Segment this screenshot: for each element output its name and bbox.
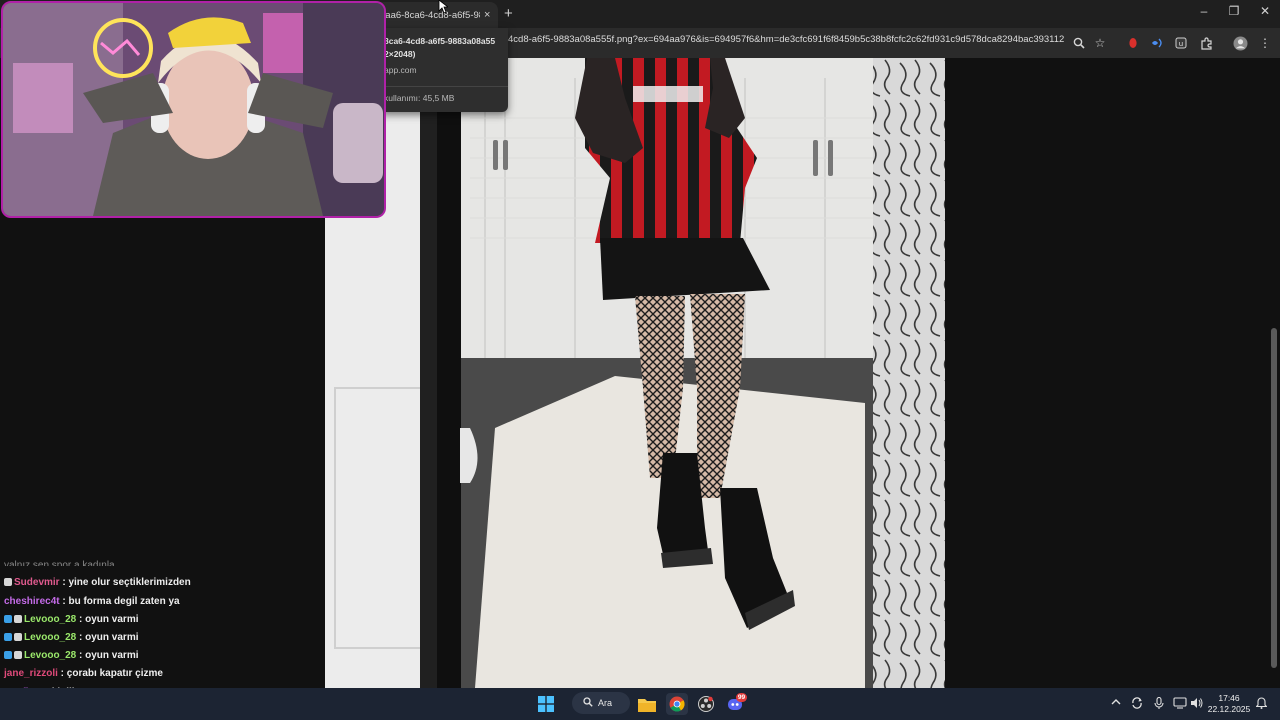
chat-message-text: : bu forma degil zaten ya bbox=[59, 596, 180, 607]
microphone-icon[interactable] bbox=[1154, 696, 1164, 712]
close-window-button[interactable]: ✕ bbox=[1255, 4, 1275, 18]
chat-message-text: : oyun varmi bbox=[76, 614, 139, 625]
file-explorer-icon[interactable] bbox=[636, 693, 658, 715]
chat-line-partial: yalnız sen spor a kadınla bbox=[4, 560, 115, 566]
zoom-icon[interactable] bbox=[1070, 34, 1088, 52]
browser-menu-icon[interactable]: ⋮ bbox=[1256, 34, 1274, 52]
hover-card-title: 8ca6-4cd8-a6f5-9883a08a55 bbox=[384, 36, 496, 46]
chat-username[interactable]: Levooo_28 bbox=[24, 650, 76, 661]
chrome-icon[interactable] bbox=[666, 693, 688, 715]
maximize-button[interactable]: ❐ bbox=[1224, 4, 1244, 18]
chat-username[interactable]: Levooo_28 bbox=[24, 632, 76, 643]
chat-message-text: : çorabı kapatır çizme bbox=[57, 668, 163, 679]
bookmark-star-icon[interactable]: ☆ bbox=[1091, 34, 1109, 52]
chat-badge-icon bbox=[4, 615, 12, 623]
chat-username[interactable]: cheshirec4t bbox=[4, 596, 60, 607]
extension-shield-icon[interactable]: u bbox=[1172, 34, 1190, 52]
taskbar-clock[interactable]: 17:46 22.12.2025 bbox=[1205, 693, 1253, 715]
extension-red-icon[interactable] bbox=[1124, 34, 1142, 52]
chat-message-text: : oyun varmi bbox=[76, 632, 139, 643]
chat-message: Levooo_28 : oyun varmi bbox=[4, 632, 139, 643]
chat-message: jane_rizzoli : çorabı kapatır çizme bbox=[4, 668, 163, 679]
browser-tab-active[interactable]: 9aa6-8ca6-4cd8-a6f5-9883 × bbox=[372, 2, 498, 28]
chat-username[interactable]: jane_rizzoli bbox=[4, 668, 58, 679]
chat-username[interactable]: Sudevmir bbox=[14, 577, 60, 588]
page-scrollbar[interactable] bbox=[1268, 58, 1280, 688]
image-viewer bbox=[325, 58, 945, 688]
tab-title: 9aa6-8ca6-4cd8-a6f5-9883 bbox=[380, 9, 480, 21]
sync-icon[interactable] bbox=[1131, 697, 1143, 712]
chat-message: Levooo_28 : oyun varmi bbox=[4, 614, 139, 625]
mouse-cursor-icon bbox=[438, 0, 448, 14]
svg-text:u: u bbox=[1179, 40, 1183, 48]
chat-message-text: : oyun varmi bbox=[76, 650, 139, 661]
new-tab-button[interactable]: + bbox=[504, 5, 513, 22]
taskbar-search[interactable]: Ara bbox=[572, 692, 630, 714]
search-icon bbox=[583, 696, 593, 710]
mirror-selfie-photo bbox=[325, 58, 945, 688]
extension-audio-icon[interactable] bbox=[1148, 34, 1166, 52]
discord-notification-badge: 99 bbox=[736, 693, 747, 702]
chat-badge-icon bbox=[4, 578, 12, 586]
tab-hover-card: 8ca6-4cd8-a6f5-9883a08a55 2×2048) app.co… bbox=[378, 28, 508, 112]
clock-date: 22.12.2025 bbox=[1207, 704, 1251, 714]
network-icon[interactable] bbox=[1173, 697, 1187, 712]
chat-badge-icon bbox=[14, 615, 22, 623]
chat-message: Sudevmir : yine olur seçtiklerimizden bbox=[4, 577, 191, 588]
chat-badge-icon bbox=[4, 651, 12, 659]
obs-icon[interactable] bbox=[695, 693, 717, 715]
profile-avatar[interactable] bbox=[1231, 34, 1249, 52]
notification-bell-icon[interactable] bbox=[1255, 697, 1268, 712]
chat-username[interactable]: Levooo_28 bbox=[24, 614, 76, 625]
webcam-feed bbox=[3, 3, 384, 216]
hover-card-dimensions: 2×2048) bbox=[384, 49, 416, 59]
streamer-webcam bbox=[1, 1, 386, 218]
url-field[interactable]: 4cd8-a6f5-9883a08a555f.png?ex=694aa976&i… bbox=[508, 34, 1064, 45]
extensions-puzzle-icon[interactable] bbox=[1197, 34, 1215, 52]
clock-time: 17:46 bbox=[1218, 693, 1240, 703]
tab-close-icon[interactable]: × bbox=[484, 9, 490, 21]
windows-start-icon[interactable] bbox=[535, 693, 557, 715]
chat-message: Levooo_28 : oyun varmi bbox=[4, 650, 139, 661]
hover-card-divider bbox=[378, 86, 508, 87]
chat-message: cheshirec4t : bu forma degil zaten ya bbox=[4, 596, 180, 607]
tray-overflow-icon[interactable] bbox=[1111, 697, 1121, 709]
search-label: Ara bbox=[598, 698, 613, 708]
hover-card-memory: kullanımı: 45,5 MB bbox=[384, 93, 455, 103]
chat-badge-icon bbox=[4, 633, 12, 641]
scrollbar-thumb[interactable] bbox=[1271, 328, 1277, 668]
chat-badge-icon bbox=[14, 633, 22, 641]
chat-badge-icon bbox=[14, 651, 22, 659]
chat-message-text: : yine olur seçtiklerimizden bbox=[59, 577, 191, 588]
hover-card-domain: app.com bbox=[384, 65, 417, 75]
volume-icon[interactable] bbox=[1190, 697, 1203, 712]
minimize-button[interactable]: – bbox=[1194, 4, 1214, 18]
